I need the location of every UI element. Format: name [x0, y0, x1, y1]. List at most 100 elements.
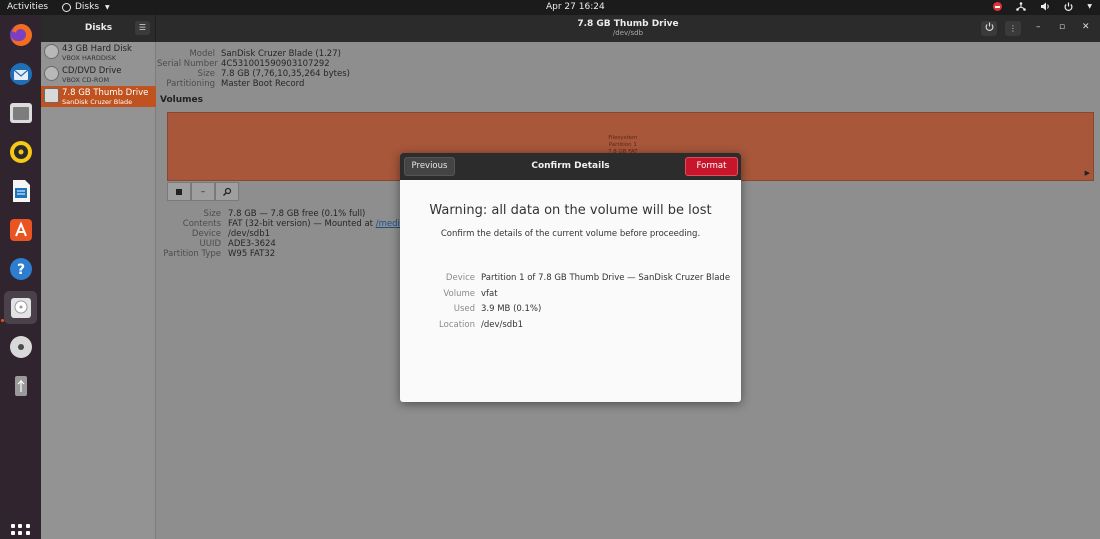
- disk-name: 7.8 GB Thumb Drive: [62, 88, 149, 98]
- chevron-right-icon: ▶: [1084, 169, 1090, 177]
- dlg-location-label: Location: [439, 320, 475, 330]
- gears-icon: [223, 187, 232, 196]
- top-bar: Activities Disks ▼ Apr 27 16:24 ▼: [0, 0, 1100, 15]
- serial-label: Serial Number: [157, 59, 218, 69]
- disk-item-hard-disk[interactable]: 43 GB Hard Disk VBOX HARDDISK: [41, 42, 156, 63]
- dock: ?: [0, 15, 41, 539]
- dlg-device-label: Device: [445, 273, 475, 283]
- usb-drive-icon: [44, 88, 59, 103]
- dlg-volume-label: Volume: [443, 289, 475, 299]
- activities-button[interactable]: Activities: [7, 2, 48, 12]
- dock-help[interactable]: ?: [4, 252, 37, 285]
- help-icon: ?: [9, 257, 32, 280]
- unmount-button[interactable]: [167, 182, 191, 201]
- model-label: Model: [189, 49, 215, 59]
- app-menu[interactable]: Disks ▼: [62, 2, 110, 12]
- header-bar: 7.8 GB Thumb Drive /dev/sdb ⋮ – ▫ ✕: [156, 15, 1100, 42]
- window-title: 7.8 GB Thumb Drive: [577, 19, 679, 29]
- show-applications-button[interactable]: [11, 524, 30, 539]
- dvd-icon: [9, 335, 32, 358]
- rhythmbox-icon: [9, 140, 32, 163]
- clock[interactable]: Apr 27 16:24: [546, 2, 605, 12]
- dock-files[interactable]: [4, 96, 37, 129]
- disk-item-thumb-drive[interactable]: 7.8 GB Thumb Drive SanDisk Cruzer Blade: [41, 86, 156, 107]
- power-icon: [1064, 2, 1073, 11]
- size-value: 7.8 GB (7,76,10,35,264 bytes): [221, 69, 350, 79]
- model-value: SanDisk Cruzer Blade (1.27): [221, 49, 341, 59]
- disk-name: 43 GB Hard Disk: [62, 44, 132, 54]
- dock-dvd[interactable]: [4, 330, 37, 363]
- format-button[interactable]: Format: [685, 157, 738, 176]
- thunderbird-icon: [9, 62, 32, 85]
- minimize-button[interactable]: –: [1036, 22, 1041, 32]
- dialog-header: Confirm Details Previous Format: [400, 153, 741, 180]
- partition-type-label: Partition Type: [163, 249, 221, 259]
- software-icon: [9, 218, 32, 241]
- dock-usb[interactable]: [4, 369, 37, 402]
- device-label: Device: [191, 229, 221, 239]
- dock-rhythmbox[interactable]: [4, 135, 37, 168]
- partitioning-value: Master Boot Record: [221, 79, 305, 89]
- firefox-icon: [9, 23, 32, 46]
- disks-app-icon: [62, 2, 71, 12]
- dlg-location-value: /dev/sdb1: [481, 320, 524, 330]
- network-icon: [1016, 2, 1027, 11]
- device-value: /dev/sdb1: [228, 229, 271, 239]
- partition-options-button[interactable]: [215, 182, 239, 201]
- do-not-disturb-icon: [993, 2, 1003, 11]
- svg-text:?: ?: [16, 262, 24, 278]
- window-subtitle: /dev/sdb: [612, 29, 644, 37]
- usb-icon: [14, 375, 27, 396]
- volume-icon: [1041, 2, 1050, 11]
- close-button[interactable]: ✕: [1082, 22, 1090, 32]
- dock-writer[interactable]: [4, 174, 37, 207]
- drive-menu-button[interactable]: ⋮: [1005, 21, 1021, 36]
- writer-icon: [12, 179, 30, 202]
- confirm-details-dialog: Confirm Details Previous Format Warning:…: [400, 153, 741, 402]
- previous-button[interactable]: Previous: [404, 157, 455, 176]
- chevron-down-icon: ▼: [105, 3, 110, 11]
- volumes-heading: Volumes: [160, 95, 203, 105]
- contents-label: Contents: [182, 219, 221, 229]
- partition-type-value: W95 FAT32: [228, 249, 276, 259]
- delete-partition-button[interactable]: –: [191, 182, 215, 201]
- disk-item-cd-dvd[interactable]: CD/DVD Drive VBOX CD-ROM: [41, 64, 156, 85]
- running-indicator: [1, 319, 4, 322]
- serial-value: 4C531001590903107292: [221, 59, 330, 69]
- stop-icon: [176, 188, 182, 195]
- disk-list: 43 GB Hard Disk VBOX HARDDISK CD/DVD Dri…: [41, 42, 156, 539]
- system-tray[interactable]: ▼: [993, 2, 1092, 11]
- vol-size-label: Size: [203, 209, 221, 219]
- dlg-device-value: Partition 1 of 7.8 GB Thumb Drive — SanD…: [481, 273, 731, 283]
- partitioning-label: Partitioning: [166, 79, 215, 89]
- size-label: Size: [197, 69, 215, 79]
- uuid-value: ADE3-3624: [228, 239, 276, 249]
- disk-model: VBOX CD-ROM: [62, 76, 110, 84]
- disk-model: VBOX HARDDISK: [62, 54, 117, 62]
- maximize-button[interactable]: ▫: [1059, 22, 1065, 32]
- contents-value: FAT (32-bit version) — Mounted at /media…: [228, 219, 419, 229]
- disk-name: CD/DVD Drive: [62, 66, 122, 76]
- dock-disks[interactable]: [4, 291, 37, 324]
- dock-software[interactable]: [4, 213, 37, 246]
- vol-size-value: 7.8 GB — 7.8 GB free (0.1% full): [228, 209, 366, 219]
- chevron-down-icon: ▼: [1087, 3, 1092, 10]
- dlg-volume-value: vfat: [481, 289, 498, 299]
- files-icon: [9, 102, 32, 123]
- minus-icon: –: [200, 186, 206, 197]
- disk-model: SanDisk Cruzer Blade: [62, 98, 133, 106]
- cd-icon: [44, 66, 59, 81]
- dlg-used-value: 3.9 MB (0.1%): [481, 304, 542, 314]
- volume-toolbar: –: [167, 182, 239, 201]
- power-icon: [985, 22, 993, 31]
- power-off-button[interactable]: [981, 21, 997, 36]
- dock-thunderbird[interactable]: [4, 57, 37, 90]
- confirm-subtitle: Confirm the details of the current volum…: [440, 229, 701, 239]
- disks-icon: [10, 297, 31, 318]
- app-menu-label: Disks: [75, 2, 100, 12]
- hard-disk-icon: [44, 44, 59, 59]
- dock-firefox[interactable]: [4, 18, 37, 51]
- sidebar-menu-button[interactable]: ☰: [135, 21, 150, 35]
- sidebar-header: Disks ☰: [41, 15, 156, 42]
- warning-heading: Warning: all data on the volume will be …: [429, 203, 712, 218]
